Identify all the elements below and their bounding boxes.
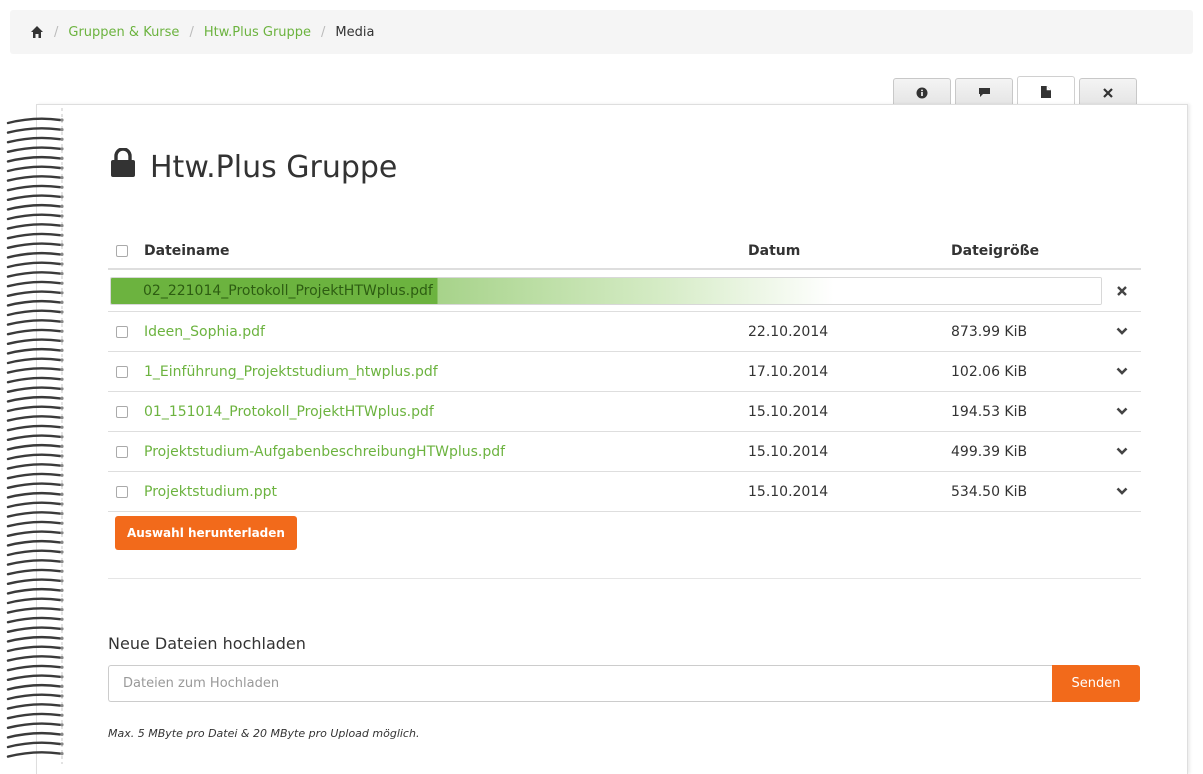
breadcrumb-separator: / xyxy=(54,24,59,40)
upload-file-input[interactable] xyxy=(108,665,1052,702)
table-row: Ideen_Sophia.pdf 22.10.2014 873.99 KiB xyxy=(108,312,1141,352)
chevron-down-icon xyxy=(1116,447,1128,455)
upload-limit-note: Max. 5 MByte pro Datei & 20 MByte pro Up… xyxy=(108,727,420,740)
upload-file-name: 02_221014_Protokoll_ProjektHTWplus.pdf xyxy=(143,283,433,299)
upload-section-title: Neue Dateien hochladen xyxy=(108,634,306,653)
close-icon xyxy=(1103,87,1113,98)
column-header-size: Dateigröße xyxy=(951,243,1040,259)
send-button[interactable]: Senden xyxy=(1052,665,1140,702)
table-header: Dateiname Datum Dateigröße xyxy=(108,234,1141,270)
column-header-date: Datum xyxy=(748,243,801,259)
table-row: Projektstudium.ppt 15.10.2014 534.50 KiB xyxy=(108,472,1141,512)
tab-files[interactable] xyxy=(1017,76,1075,106)
file-size: 873.99 KiB xyxy=(951,323,1028,340)
breadcrumb-link-groups[interactable]: Gruppen & Kurse xyxy=(68,25,179,40)
row-checkbox[interactable] xyxy=(116,485,128,498)
file-date: 17.10.2014 xyxy=(748,363,829,380)
row-options-button[interactable] xyxy=(1110,407,1134,416)
files-table: Dateiname Datum Dateigröße 02_221014_Pro… xyxy=(108,234,1141,512)
row-checkbox[interactable] xyxy=(116,405,128,418)
file-link[interactable]: Projektstudium.ppt xyxy=(144,484,277,500)
cancel-upload-button[interactable] xyxy=(1110,285,1134,296)
table-row: 01_151014_Protokoll_ProjektHTWplus.pdf 1… xyxy=(108,392,1141,432)
breadcrumb-separator: / xyxy=(321,24,326,40)
file-date: 15.10.2014 xyxy=(748,403,829,420)
file-icon xyxy=(1041,85,1051,98)
breadcrumb-current: Media xyxy=(335,24,375,40)
tab-close[interactable] xyxy=(1079,78,1137,106)
row-options-button[interactable] xyxy=(1110,367,1134,376)
home-icon[interactable] xyxy=(30,25,44,39)
row-checkbox[interactable] xyxy=(116,325,128,338)
section-divider xyxy=(108,578,1141,579)
row-options-button[interactable] xyxy=(1110,447,1134,456)
tab-comments[interactable] xyxy=(955,78,1013,106)
breadcrumb-separator: / xyxy=(189,24,194,40)
breadcrumb-link-group[interactable]: Htw.Plus Gruppe xyxy=(204,25,311,40)
chevron-down-icon xyxy=(1116,327,1128,335)
chevron-down-icon xyxy=(1116,407,1128,415)
file-date: 15.10.2014 xyxy=(748,443,829,460)
file-link[interactable]: 01_151014_Protokoll_ProjektHTWplus.pdf xyxy=(144,404,434,420)
comment-icon xyxy=(978,88,990,97)
file-link[interactable]: Ideen_Sophia.pdf xyxy=(144,324,265,340)
table-row: 1_Einführung_Projektstudium_htwplus.pdf … xyxy=(108,352,1141,392)
spiral-binding xyxy=(6,108,64,764)
chevron-down-icon xyxy=(1116,487,1128,495)
chevron-down-icon xyxy=(1116,367,1128,375)
lock-icon xyxy=(110,147,136,186)
file-link[interactable]: 1_Einführung_Projektstudium_htwplus.pdf xyxy=(144,364,438,380)
file-date: 22.10.2014 xyxy=(748,323,829,340)
file-size: 534.50 KiB xyxy=(951,483,1028,500)
select-all-checkbox[interactable] xyxy=(116,245,128,257)
file-link[interactable]: Projektstudium-AufgabenbeschreibungHTWpl… xyxy=(144,444,505,460)
notebook-tabs xyxy=(893,76,1137,106)
column-header-name: Dateiname xyxy=(144,243,230,259)
tab-info[interactable] xyxy=(893,78,951,106)
row-options-button[interactable] xyxy=(1110,327,1134,336)
breadcrumb: / Gruppen & Kurse / Htw.Plus Gruppe / Me… xyxy=(10,10,1193,54)
download-selected-button[interactable]: Auswahl herunterladen xyxy=(115,516,297,550)
row-checkbox[interactable] xyxy=(116,445,128,458)
info-icon xyxy=(916,87,928,98)
file-date: 15.10.2014 xyxy=(748,483,829,500)
file-size: 194.53 KiB xyxy=(951,403,1028,420)
upload-progress-row: 02_221014_Protokoll_ProjektHTWplus.pdf xyxy=(108,270,1141,312)
close-icon xyxy=(1117,285,1127,296)
row-checkbox[interactable] xyxy=(116,365,128,378)
page-title-text: Htw.Plus Gruppe xyxy=(150,149,398,185)
file-size: 499.39 KiB xyxy=(951,443,1028,460)
file-size: 102.06 KiB xyxy=(951,363,1028,380)
row-options-button[interactable] xyxy=(1110,487,1134,496)
table-row: Projektstudium-AufgabenbeschreibungHTWpl… xyxy=(108,432,1141,472)
page-title: Htw.Plus Gruppe xyxy=(110,147,398,186)
upload-progress-bar: 02_221014_Protokoll_ProjektHTWplus.pdf xyxy=(110,277,1102,305)
